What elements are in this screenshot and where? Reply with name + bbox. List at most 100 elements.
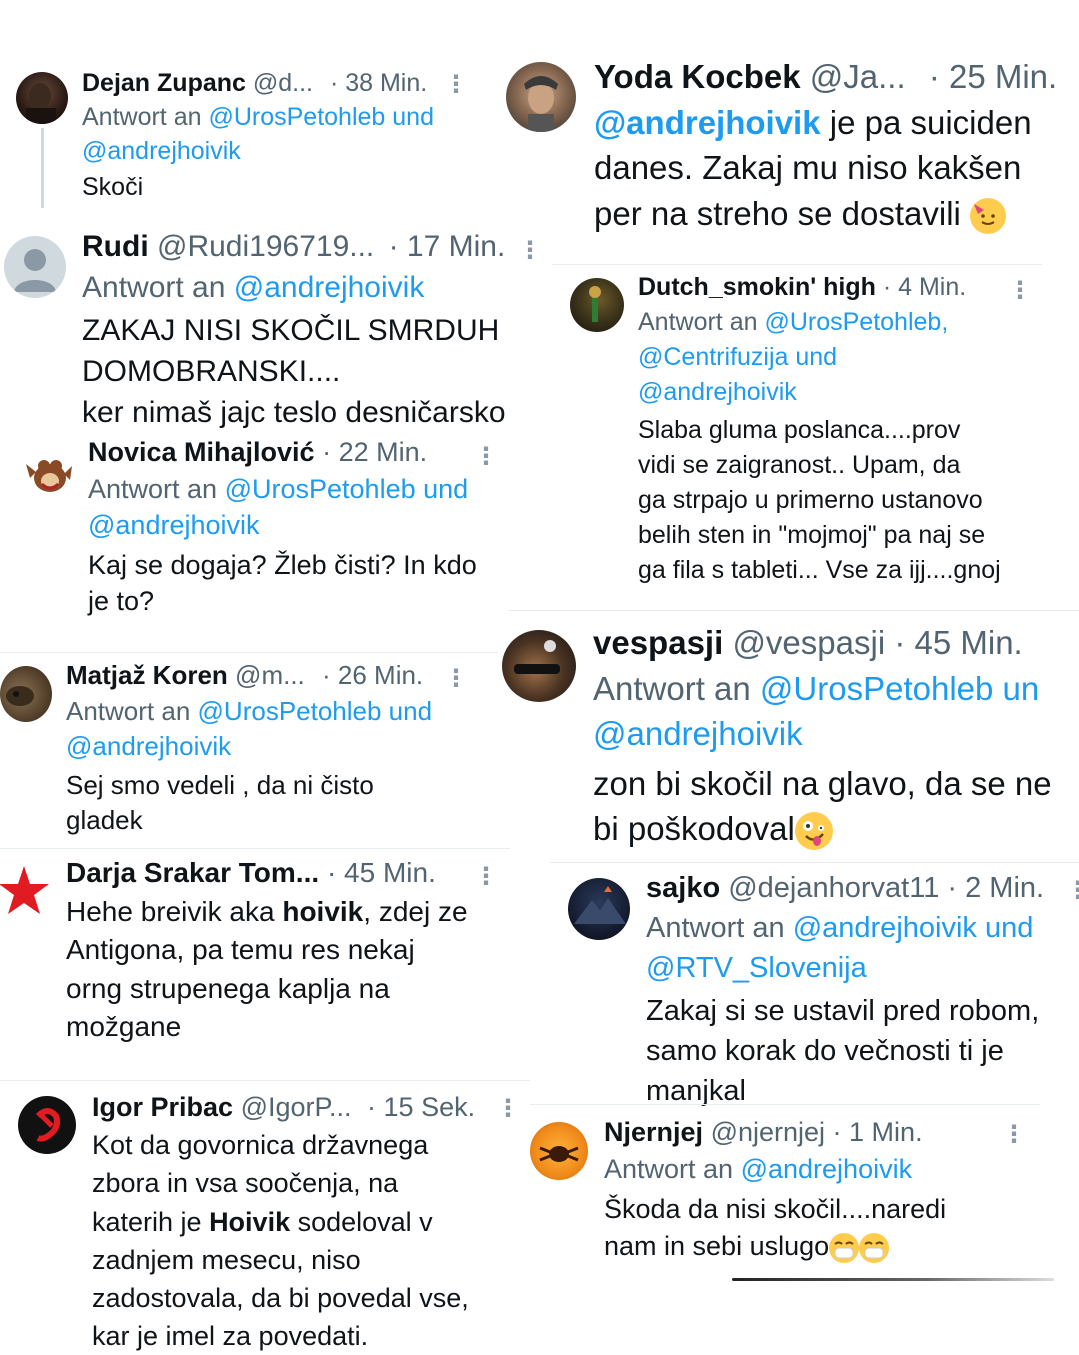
handle[interactable]: @m... bbox=[235, 660, 305, 690]
timestamp[interactable]: · 26 Min. bbox=[322, 660, 423, 690]
display-name[interactable]: Novica Mihajlović bbox=[88, 437, 315, 467]
tweet-yoda-kocbek[interactable]: Yoda Kocbek @Ja... · 25 Min. @andrejhoiv… bbox=[594, 54, 1057, 236]
tweet-text: Kaj se dogaja? Žleb čisti? In kdo bbox=[88, 549, 477, 580]
avatar[interactable] bbox=[506, 62, 576, 132]
tweet-text: ga strpajo u primerno ustanovo bbox=[638, 486, 983, 514]
avatar[interactable] bbox=[18, 1096, 76, 1154]
display-name[interactable]: Dutch_smokin' high bbox=[638, 273, 876, 301]
timestamp[interactable]: · 25 Min. bbox=[929, 58, 1057, 95]
handle[interactable]: @Ja... bbox=[810, 58, 906, 95]
mention-link[interactable]: @andrejhoivik bbox=[234, 271, 425, 304]
handle[interactable]: @IgorP... bbox=[241, 1092, 352, 1122]
more-options-icon[interactable]: ⋮ bbox=[1002, 1120, 1026, 1149]
more-options-icon[interactable]: ⋮ bbox=[474, 862, 498, 891]
more-options-icon[interactable]: ⋮ bbox=[496, 1094, 520, 1123]
divider bbox=[530, 1104, 1040, 1105]
display-name[interactable]: sajko bbox=[646, 872, 720, 904]
tweet-matjaz-koren[interactable]: Matjaž Koren @m... · 26 Min. Antwort an … bbox=[66, 658, 432, 839]
tweet-novica-mihajlovic[interactable]: Novica Mihajlović · 22 Min. Antwort an @… bbox=[88, 434, 477, 620]
tweet-sajko[interactable]: sajko @dejanhorvat11 · 2 Min. Antwort an… bbox=[646, 868, 1044, 1111]
tweet-text: je to? bbox=[88, 586, 155, 616]
mention-link[interactable]: @andrejhoivik bbox=[594, 104, 821, 141]
avatar[interactable] bbox=[16, 72, 68, 124]
tweet-dejan-zupanc[interactable]: Dejan Zupanc @d... · 38 Min. Antwort an … bbox=[82, 66, 434, 204]
tweet-darja-srakar[interactable]: Darja Srakar Tom... · 45 Min. Hehe breiv… bbox=[66, 854, 468, 1047]
tweet-igor-pribac[interactable]: Igor Pribac @IgorP... · 15 Sek. Kot da g… bbox=[92, 1088, 475, 1355]
partying-face-emoji-icon bbox=[970, 197, 1007, 234]
tweet-dutch-smokin-high[interactable]: Dutch_smokin' high · 4 Min. Antwort an @… bbox=[638, 270, 1001, 588]
mention-link[interactable]: @UrosPetohleb und bbox=[225, 474, 469, 504]
display-name[interactable]: Matjaž Koren bbox=[66, 660, 228, 690]
display-name[interactable]: vespasji bbox=[593, 624, 723, 661]
tweet-njernjej[interactable]: Njernjej @njernjej · 1 Min. Antwort an @… bbox=[604, 1114, 946, 1265]
display-name[interactable]: Njernjej bbox=[604, 1117, 703, 1147]
timestamp[interactable]: · 1 Min. bbox=[833, 1117, 923, 1147]
avatar[interactable] bbox=[568, 878, 630, 940]
timestamp[interactable]: · 45 Min. bbox=[327, 857, 436, 888]
tweet-text: je pa suiciden bbox=[820, 103, 1032, 141]
avatar[interactable] bbox=[0, 862, 52, 922]
mention-link[interactable]: @UrosPetohleb und bbox=[198, 696, 433, 726]
avatar[interactable] bbox=[530, 1122, 588, 1180]
tweet-text: Hehe breivik aka bbox=[66, 895, 283, 927]
tweet-text: zadostovala, da bi povedal vse, bbox=[92, 1283, 469, 1314]
avatar[interactable] bbox=[4, 236, 66, 298]
mention-link[interactable]: @UrosPetohleb und bbox=[208, 103, 434, 131]
tweet-vespasji[interactable]: vespasji @vespasji · 45 Min. Antwort an … bbox=[593, 620, 1052, 852]
mention-link[interactable]: @andrejhoivik bbox=[88, 510, 260, 540]
more-options-icon[interactable]: ⋮ bbox=[518, 236, 542, 265]
mention-link[interactable]: @UrosPetohleb, bbox=[764, 308, 948, 336]
more-options-icon[interactable]: ⋮ bbox=[444, 664, 468, 693]
reply-prefix: Antwort an bbox=[593, 669, 751, 707]
handle[interactable]: @vespasji bbox=[732, 624, 885, 661]
tweet-text: samo korak do večnosti ti je bbox=[646, 1035, 1004, 1067]
zany-face-emoji-icon bbox=[794, 812, 833, 851]
timestamp[interactable]: · 38 Min. bbox=[330, 69, 427, 97]
mention-link[interactable]: @andrejhoivik und bbox=[793, 912, 1034, 944]
mention-link[interactable]: @RTV_Slovenija bbox=[646, 952, 867, 984]
timestamp[interactable]: · 15 Sek. bbox=[367, 1092, 475, 1122]
mention-link[interactable]: @andrejhoivik bbox=[66, 731, 231, 761]
tweet-text: DOMOBRANSKI.... bbox=[82, 355, 341, 388]
more-options-icon[interactable]: ⋮ bbox=[444, 70, 468, 99]
divider bbox=[550, 862, 1079, 863]
avatar[interactable] bbox=[570, 278, 624, 332]
handle[interactable]: @Rudi196719... bbox=[157, 230, 374, 263]
display-name[interactable]: Rudi bbox=[82, 230, 149, 263]
avatar[interactable] bbox=[0, 666, 52, 722]
avatar[interactable] bbox=[20, 444, 78, 502]
display-name[interactable]: Igor Pribac bbox=[92, 1092, 233, 1122]
mention-link[interactable]: @UrosPetohleb un bbox=[760, 670, 1039, 707]
tweet-rudi[interactable]: Rudi @Rudi196719... · 17 Min. Antwort an… bbox=[82, 226, 506, 433]
more-options-icon[interactable]: ⋮ bbox=[1070, 62, 1079, 91]
divider bbox=[508, 610, 1079, 611]
tweet-text: manjkal bbox=[646, 1075, 746, 1107]
more-options-icon[interactable]: ⋮ bbox=[474, 442, 498, 471]
mention-link[interactable]: @andrejhoivik bbox=[741, 1154, 913, 1184]
mention-link[interactable]: @Centrifuzija und bbox=[638, 343, 837, 371]
timestamp[interactable]: · 17 Min. bbox=[389, 230, 506, 263]
tweet-text: Sej smo vedeli , da ni čisto bbox=[66, 769, 374, 800]
display-name[interactable]: Dejan Zupanc bbox=[82, 69, 246, 97]
handle[interactable]: @d... bbox=[253, 69, 313, 97]
divider bbox=[0, 848, 510, 849]
timestamp[interactable]: · 4 Min. bbox=[883, 273, 966, 301]
display-name[interactable]: Darja Srakar Tom... bbox=[66, 857, 319, 888]
reply-prefix: Antwort an bbox=[638, 308, 758, 336]
timestamp[interactable]: · 22 Min. bbox=[322, 437, 427, 467]
timestamp[interactable]: · 45 Min. bbox=[894, 624, 1022, 661]
timestamp[interactable]: · 2 Min. bbox=[947, 872, 1044, 904]
display-name[interactable]: Yoda Kocbek bbox=[594, 58, 801, 95]
more-options-icon[interactable]: ⋮ bbox=[1066, 876, 1079, 905]
tweet-text: Skoči bbox=[82, 173, 144, 201]
handle[interactable]: @njernjej bbox=[711, 1117, 825, 1147]
more-options-icon[interactable]: ⋮ bbox=[1008, 276, 1032, 305]
mention-link[interactable]: @andrejhoivik bbox=[593, 715, 803, 752]
handle[interactable]: @dejanhorvat11 bbox=[728, 872, 939, 904]
highlighted-keyword: Hoivik bbox=[209, 1206, 291, 1237]
avatar[interactable] bbox=[502, 630, 576, 702]
thread-line bbox=[41, 128, 44, 208]
reply-prefix: Antwort an bbox=[604, 1154, 734, 1184]
mention-link[interactable]: @andrejhoivik bbox=[82, 137, 241, 165]
mention-link[interactable]: @andrejhoivik bbox=[638, 378, 797, 406]
